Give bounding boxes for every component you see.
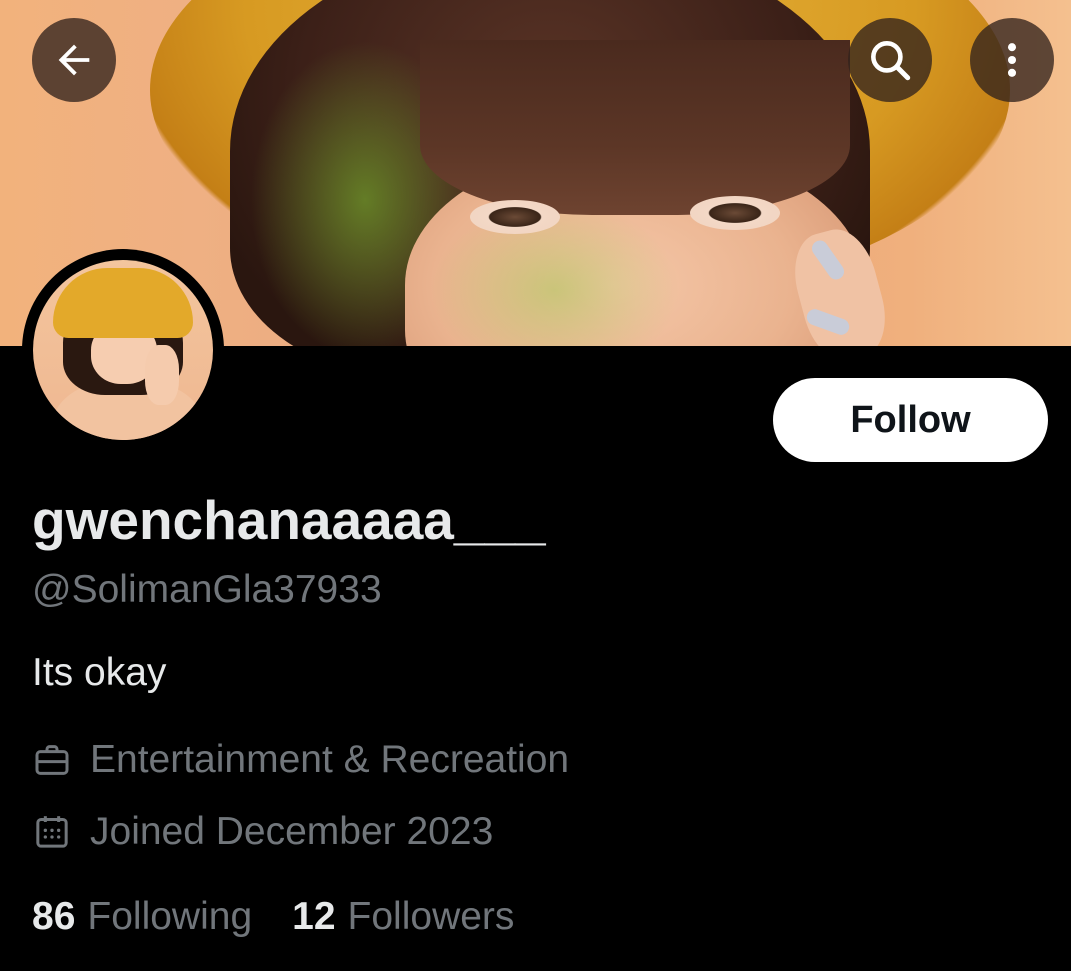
avatar-photo xyxy=(33,260,213,440)
more-options-button[interactable] xyxy=(970,18,1054,102)
followers-count: 12 xyxy=(292,895,336,938)
profile-category: Entertainment & Recreation xyxy=(32,738,569,782)
briefcase-icon xyxy=(35,745,69,775)
display-name: gwenchanaaaaa___ xyxy=(32,489,546,551)
back-button[interactable] xyxy=(32,18,116,102)
following-label: Following xyxy=(87,895,253,938)
followers-label: Followers xyxy=(347,895,515,938)
calendar-icon xyxy=(36,816,68,848)
follow-button[interactable]: Follow xyxy=(773,378,1048,462)
follow-stats: 86 Following 12 Followers xyxy=(32,895,514,939)
search-icon xyxy=(871,41,911,81)
bio: Its okay xyxy=(32,651,167,694)
following-count: 86 xyxy=(32,895,76,938)
joined-date: Joined December 2023 xyxy=(32,810,493,854)
following-link[interactable]: 86 Following xyxy=(32,895,252,939)
user-handle: @SolimanGla37933 xyxy=(32,568,382,611)
avatar-photo-hat xyxy=(53,268,193,338)
banner-photo-eye-right xyxy=(690,196,780,230)
more-vertical-icon xyxy=(1007,43,1017,77)
joined-label: Joined December 2023 xyxy=(90,810,494,853)
search-button[interactable] xyxy=(848,18,932,102)
category-label: Entertainment & Recreation xyxy=(90,738,570,781)
avatar[interactable] xyxy=(22,249,224,451)
banner-photo-bangs xyxy=(420,40,850,215)
followers-link[interactable]: 12 Followers xyxy=(292,895,514,939)
arrow-left-icon xyxy=(58,44,90,76)
banner-photo-eye-left xyxy=(470,200,560,234)
avatar-photo-hand xyxy=(145,345,179,405)
